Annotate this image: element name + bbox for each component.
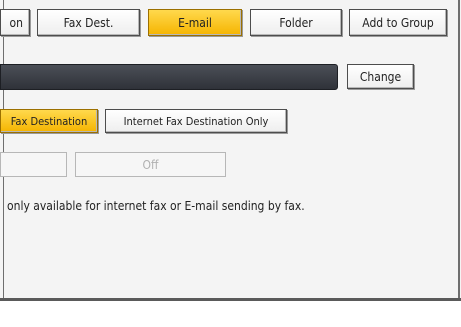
off-label: Off [142, 157, 159, 172]
info-note: only available for internet fax or E-mai… [7, 199, 305, 213]
internet-fax-only-label: Internet Fax Destination Only [123, 114, 269, 128]
below-panel-area [0, 301, 461, 327]
tab-partial-label: on [9, 15, 23, 30]
tab-fax-dest[interactable]: Fax Dest. [37, 9, 140, 36]
change-button[interactable]: Change [347, 64, 414, 89]
change-label: Change [359, 69, 402, 84]
tab-fax-dest-label: Fax Dest. [63, 15, 114, 30]
tab-partial[interactable]: on [0, 9, 30, 36]
fax-destination-button[interactable]: Fax Destination [0, 109, 98, 133]
panel-frame [3, 0, 460, 300]
on-button [0, 152, 67, 177]
add-to-group-label: Add to Group [362, 15, 434, 30]
add-to-group-button[interactable]: Add to Group [349, 9, 447, 36]
tab-folder-label: Folder [279, 15, 313, 30]
off-button: Off [75, 152, 226, 177]
fax-destination-label: Fax Destination [10, 114, 88, 128]
internet-fax-only-button[interactable]: Internet Fax Destination Only [105, 109, 287, 133]
tab-folder[interactable]: Folder [250, 9, 342, 36]
tab-email-label: E-mail [178, 15, 212, 30]
tab-email[interactable]: E-mail [148, 9, 242, 36]
destination-field[interactable] [0, 64, 338, 90]
